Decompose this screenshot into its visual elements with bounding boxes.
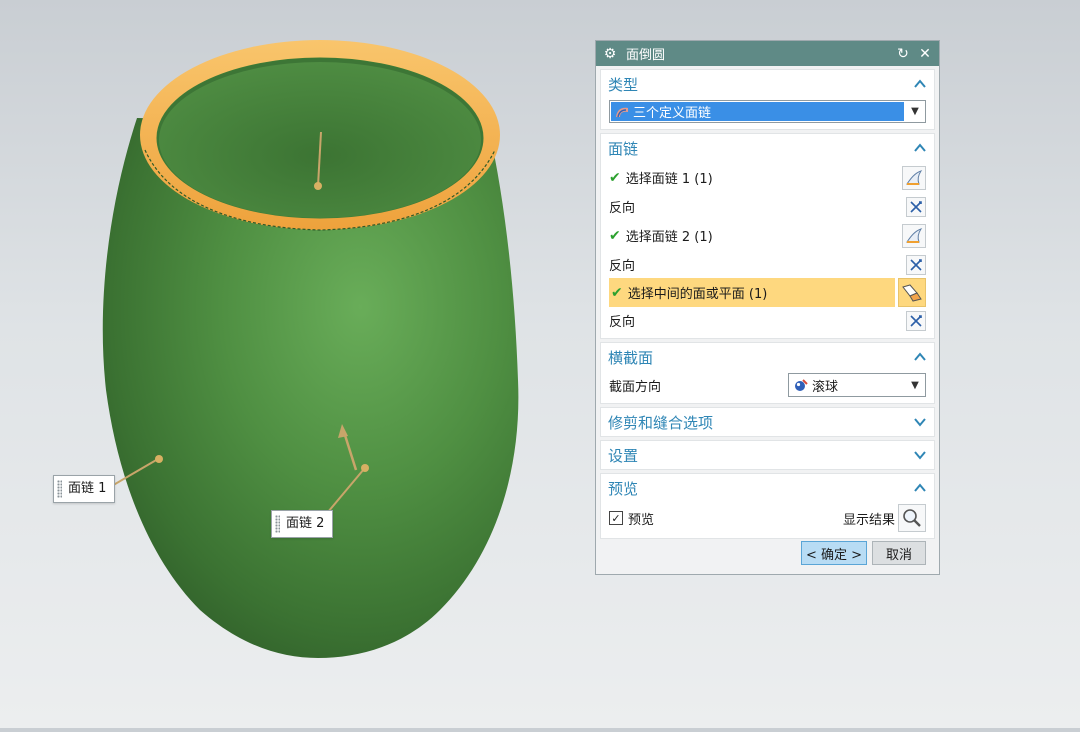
dropdown-arrow-icon[interactable]: ▼: [905, 106, 925, 117]
reverse-direction-button[interactable]: [906, 254, 926, 275]
section-direction-row: 截面方向 滚球 ▼: [601, 371, 934, 403]
section-type: 类型 三个定义面链 ▼: [600, 69, 935, 130]
chevron-up-icon[interactable]: [913, 350, 927, 364]
chevron-down-icon[interactable]: [913, 448, 927, 462]
preview-label: 预览: [628, 512, 655, 528]
dialog-titlebar[interactable]: ⚙ 面倒圆 ↻ ✕: [596, 41, 939, 66]
callout-label: 面链 2: [286, 516, 325, 531]
preview-row: ✓ 预览 显示结果: [601, 502, 934, 538]
select-middle-label: 选择中间的面或平面 (1): [627, 287, 768, 302]
show-result-label: 显示结果: [842, 512, 895, 528]
section-title: 面链: [608, 139, 639, 158]
ok-button[interactable]: < 确定 >: [800, 541, 867, 565]
reverse-3-row: 反向: [601, 307, 934, 334]
dialog-footer: < 确定 > 取消: [800, 541, 926, 565]
type-selected-value: 三个定义面链: [633, 106, 712, 121]
face-select-icon: [906, 227, 923, 243]
select-chain-1-label: 选择面链 1 (1): [625, 172, 713, 187]
type-dropdown[interactable]: 三个定义面链 ▼: [609, 100, 926, 123]
section-face-chain-header[interactable]: 面链: [601, 134, 934, 162]
callout-grip[interactable]: [275, 515, 280, 533]
check-icon: ✔: [611, 284, 623, 301]
select-face-chain-2-row[interactable]: ✔ 选择面链 2 (1): [601, 220, 934, 251]
section-title: 类型: [608, 75, 639, 94]
dropdown-arrow-icon[interactable]: ▼: [905, 380, 925, 391]
chain-2-marker[interactable]: [361, 464, 369, 472]
middle-face-icon: [902, 283, 922, 302]
magnifier-icon: [903, 509, 921, 527]
preview-checkbox[interactable]: ✓: [609, 511, 623, 525]
chevron-up-icon[interactable]: [913, 141, 927, 155]
section-title: 预览: [608, 479, 639, 498]
section-preview-header[interactable]: 预览: [601, 474, 934, 502]
reverse-label: 反向: [609, 259, 636, 274]
reverse-label: 反向: [609, 315, 636, 330]
chain-1-marker[interactable]: [155, 455, 163, 463]
section-trim-sew-header[interactable]: 修剪和缝合选项: [601, 408, 934, 436]
check-icon: ✔: [609, 169, 621, 186]
reverse-label: 反向: [609, 201, 636, 216]
section-direction-value: 滚球: [812, 379, 839, 395]
reverse-direction-button[interactable]: [906, 310, 926, 331]
select-middle-face-row[interactable]: ✔ 选择中间的面或平面 (1): [609, 278, 895, 307]
reverse-direction-button[interactable]: [906, 196, 926, 217]
select-face-chain-1-row[interactable]: ✔ 选择面链 1 (1): [601, 162, 934, 193]
reverse-direction-icon: [910, 258, 922, 271]
face-blend-type-icon: [616, 107, 628, 117]
face-blend-dialog: ⚙ 面倒圆 ↻ ✕ 类型 三个定义面链 ▼ 面链 ✔ 选择面链 1 (1) 反向…: [595, 40, 940, 575]
section-type-header[interactable]: 类型: [601, 70, 934, 98]
section-title: 修剪和缝合选项: [608, 413, 714, 432]
rolling-ball-icon: [795, 379, 808, 391]
reverse-2-row: 反向: [601, 251, 934, 278]
section-cross-section: 横截面 截面方向 滚球 ▼: [600, 342, 935, 404]
section-preview: 预览 ✓ 预览 显示结果: [600, 473, 935, 539]
section-cross-section-header[interactable]: 横截面: [601, 343, 934, 371]
callout-label: 面链 1: [68, 481, 107, 496]
cancel-button[interactable]: 取消: [872, 541, 926, 565]
middle-face-selector-button[interactable]: [898, 278, 926, 307]
face-selector-button[interactable]: [902, 165, 926, 190]
gear-icon: ⚙: [603, 45, 617, 62]
close-icon[interactable]: ✕: [917, 46, 933, 62]
callout-face-chain-1[interactable]: 面链 1: [53, 475, 116, 503]
callout-grip[interactable]: [57, 480, 62, 498]
reverse-direction-icon: [910, 200, 922, 213]
chevron-up-icon[interactable]: [913, 481, 927, 495]
reverse-direction-icon: [910, 314, 922, 327]
reverse-1-row: 反向: [601, 193, 934, 220]
section-settings: 设置: [600, 440, 935, 470]
face-select-icon: [906, 169, 923, 185]
select-chain-2-label: 选择面链 2 (1): [625, 230, 713, 245]
section-settings-header[interactable]: 设置: [601, 441, 934, 469]
show-result-button[interactable]: [898, 504, 926, 532]
section-direction-label: 截面方向: [609, 379, 662, 395]
chevron-up-icon[interactable]: [913, 77, 927, 91]
face-selector-button[interactable]: [902, 223, 926, 248]
section-title: 横截面: [608, 348, 654, 367]
callout-face-chain-2[interactable]: 面链 2: [271, 510, 334, 538]
section-direction-dropdown[interactable]: 滚球 ▼: [788, 373, 926, 397]
chevron-down-icon[interactable]: [913, 415, 927, 429]
dialog-title: 面倒圆: [626, 48, 666, 63]
reset-icon[interactable]: ↻: [895, 46, 911, 62]
section-trim-sew: 修剪和缝合选项: [600, 407, 935, 437]
section-face-chain: 面链 ✔ 选择面链 1 (1) 反向 ✔ 选择面链 2 (1) 反向 ✔ 选择中…: [600, 133, 935, 339]
check-icon: ✔: [609, 227, 621, 244]
section-title: 设置: [608, 446, 639, 465]
